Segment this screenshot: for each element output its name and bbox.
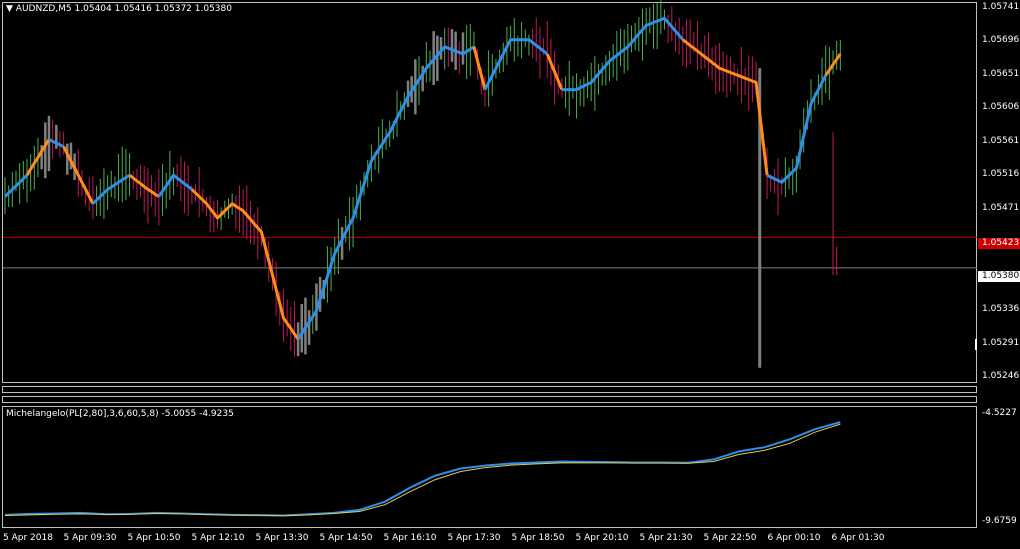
- window-separator[interactable]: [2, 396, 977, 403]
- time-label: 5 Apr 16:10: [383, 533, 437, 543]
- time-label: 5 Apr 09:30: [63, 533, 117, 543]
- time-label: 6 Apr 01:30: [831, 533, 885, 543]
- price-chart[interactable]: [0, 0, 978, 384]
- trend-line-down: [472, 46, 487, 90]
- price-label: 1.05741: [982, 2, 1020, 12]
- time-label: 5 Apr 14:50: [319, 533, 373, 543]
- indicator-main-line: [4, 421, 841, 517]
- price-label: 1.05561: [982, 136, 1020, 146]
- time-label: 5 Apr 20:10: [575, 533, 629, 543]
- window-separator[interactable]: [2, 386, 977, 393]
- time-label: 5 Apr 22:50: [703, 533, 757, 543]
- trend-line-up: [483, 38, 549, 91]
- red-level-tag: 1.05423: [978, 238, 1020, 249]
- indicator-signal-line: [4, 423, 841, 517]
- time-label: 5 Apr 17:30: [447, 533, 501, 543]
- price-label: 1.05606: [982, 102, 1020, 112]
- time-label: 5 Apr 2018: [3, 533, 53, 543]
- time-label: 5 Apr 18:50: [511, 533, 565, 543]
- indicator-chart[interactable]: [0, 406, 978, 528]
- price-label: 1.05246: [982, 371, 1020, 381]
- time-label: 5 Apr 21:30: [639, 533, 693, 543]
- indicator-level-label: -9.6759: [982, 516, 1017, 526]
- price-label: 1.05291: [982, 338, 1020, 348]
- indicator-level-label: -4.5227: [982, 408, 1017, 418]
- bid-price-tag: 1.05380: [978, 271, 1020, 282]
- time-label: 5 Apr 12:10: [191, 533, 245, 543]
- time-label: 6 Apr 00:10: [767, 533, 821, 543]
- time-label: 5 Apr 13:30: [255, 533, 309, 543]
- price-label: 1.05336: [982, 304, 1020, 314]
- price-label: 1.05696: [982, 35, 1020, 45]
- trend-line-down: [681, 38, 769, 176]
- trend-line-down: [190, 188, 300, 341]
- price-label: 1.05516: [982, 169, 1020, 179]
- time-label: 5 Apr 10:50: [127, 533, 181, 543]
- price-label: 1.05471: [982, 203, 1020, 213]
- trend-line-up: [766, 74, 828, 184]
- trend-line-up: [157, 173, 193, 198]
- price-label: 1.05651: [982, 69, 1020, 79]
